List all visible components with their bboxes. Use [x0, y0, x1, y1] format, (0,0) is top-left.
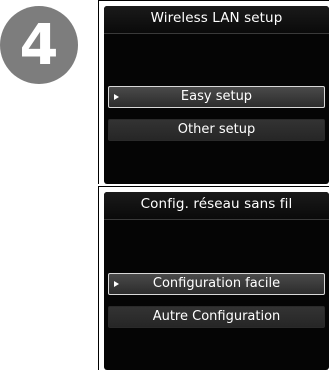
- cursor-arrow-icon: [114, 281, 119, 287]
- lcd-display: Config. réseau sans fil Configuration fa…: [104, 192, 329, 370]
- screen-french: Config. réseau sans fil Configuration fa…: [98, 186, 329, 370]
- menu-item-label: Autre Configuration: [152, 309, 281, 324]
- screen-title: Wireless LAN setup: [104, 6, 329, 34]
- screen-title: Config. réseau sans fil: [104, 192, 329, 220]
- lcd-display: Wireless LAN setup Easy setup Other setu…: [104, 6, 329, 184]
- menu-item-configuration-facile[interactable]: Configuration facile: [108, 273, 325, 295]
- menu-item-autre-configuration[interactable]: Autre Configuration: [108, 306, 325, 328]
- screen-english: Wireless LAN setup Easy setup Other setu…: [98, 0, 329, 184]
- menu-item-label: Easy setup: [180, 89, 253, 104]
- step-number-badge: 4: [0, 6, 78, 84]
- menu-item-label: Configuration facile: [152, 276, 281, 291]
- cursor-arrow-icon: [114, 94, 119, 100]
- menu-item-easy-setup[interactable]: Easy setup: [108, 86, 325, 108]
- menu-item-other-setup[interactable]: Other setup: [108, 119, 325, 141]
- menu-item-label: Other setup: [177, 122, 256, 137]
